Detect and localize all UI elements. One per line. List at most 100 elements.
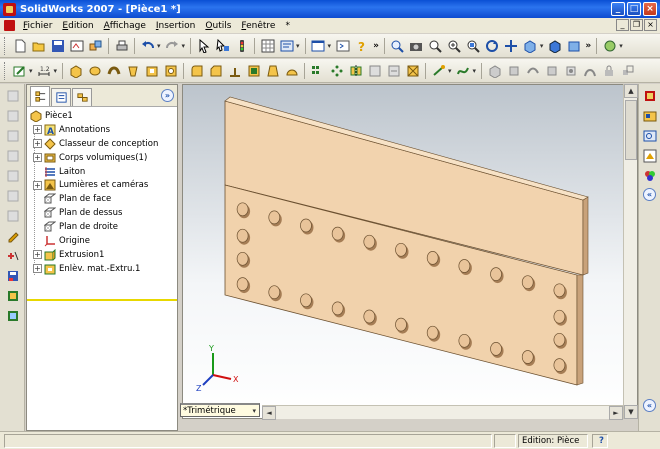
dome-icon[interactable] [283,62,300,79]
indent-icon[interactable] [562,62,579,79]
add-relation-icon[interactable] [4,247,21,264]
scale-icon[interactable] [619,62,636,79]
tab-configuration-manager[interactable] [72,88,92,106]
repair-sketch-icon[interactable] [4,307,21,324]
scroll-right-button[interactable]: ► [609,406,623,420]
grid-options-icon[interactable] [259,37,276,54]
expand-toggle[interactable]: + [33,139,42,149]
expand-toggle[interactable]: + [33,125,42,135]
dimension-dropdown-icon[interactable]: ▾ [54,67,58,75]
lofted-boss-icon[interactable] [124,62,141,79]
expand-toggle[interactable]: + [33,180,42,190]
zoom-to-fit-icon[interactable] [389,37,406,54]
tree-item-lights-cameras[interactable]: + Lumières et caméras [30,178,177,192]
addins-icon[interactable] [601,37,618,54]
toolbar-grip[interactable] [4,36,7,55]
circular-pattern-icon[interactable] [328,62,345,79]
open-folder-icon[interactable] [30,37,47,54]
view-palette-icon[interactable] [641,147,658,164]
tree-item-top-plane[interactable]: Plan de dessus [30,206,177,220]
sketch-point-icon[interactable] [4,207,21,224]
shell-icon[interactable] [245,62,262,79]
graphics-viewport[interactable]: Y X Z [182,84,638,419]
new-file-icon[interactable] [11,37,28,54]
tree-item-material[interactable]: Laiton [30,165,177,179]
tree-item-solid-bodies[interactable]: + Corps volumiques(1) [30,151,177,165]
horizontal-scrollbar[interactable]: ◄ ► [262,405,623,420]
view-orientation-dropdown-icon[interactable]: ▾ [540,42,544,50]
expand-toggle[interactable]: + [33,250,42,260]
hole-wizard-icon[interactable] [162,62,179,79]
scroll-left-button[interactable]: ◄ [262,406,276,420]
menu-more[interactable]: * [280,21,295,31]
rollback-bar[interactable] [27,299,177,301]
reference-geometry-dropdown-icon[interactable]: ▾ [448,67,452,75]
addins-dropdown-icon[interactable]: ▾ [619,42,623,50]
tab-feature-manager[interactable] [30,86,50,106]
print-icon[interactable] [113,37,130,54]
curves-dropdown-icon[interactable]: ▾ [473,67,477,75]
doc-minimize-button[interactable]: _ [616,19,629,31]
menu-affichage[interactable]: Affichage [99,21,151,31]
menu-edition[interactable]: Edition [57,21,98,31]
freeform-icon[interactable] [524,62,541,79]
sketch-polygon-icon[interactable] [4,187,21,204]
camera-icon[interactable] [408,37,425,54]
options-dropdown-icon[interactable]: ▾ [296,42,300,50]
sketch-arc-icon[interactable] [4,147,21,164]
task-pane-expand-button[interactable]: « [643,399,656,412]
extruded-boss-icon[interactable] [67,62,84,79]
split-line-icon[interactable] [366,62,383,79]
sketch-line-icon[interactable] [4,87,21,104]
task-pane-collapse-button[interactable]: « [643,188,656,201]
tree-item-front-plane[interactable]: Plan de face [30,192,177,206]
make-drawing-icon[interactable] [68,37,85,54]
flex-icon[interactable] [581,62,598,79]
smart-dimension-icon[interactable]: 1.2 [36,62,53,79]
tree-item-annotations[interactable]: + A Annotations [30,123,177,137]
section-view-icon[interactable] [565,37,582,54]
sketch-edit-icon[interactable] [4,227,21,244]
move-face-icon[interactable] [505,62,522,79]
view-toolbar-overflow-chevron-icon[interactable]: » [585,41,591,51]
expand-toggle[interactable]: + [33,153,42,163]
menu-outils[interactable]: Outils [200,21,236,31]
tree-item-part[interactable]: Pièce1 [30,109,177,123]
tab-property-manager[interactable] [51,88,71,106]
revolved-boss-icon[interactable] [86,62,103,79]
rotate-view-icon[interactable] [484,37,501,54]
close-button[interactable]: × [643,2,657,16]
minimize-button[interactable]: _ [611,2,625,16]
scroll-down-button[interactable]: ▼ [624,405,638,419]
sketch-rectangle-icon[interactable] [4,107,21,124]
rebuild-traffic-light-icon[interactable] [233,37,250,54]
help-icon[interactable]: ? [353,37,370,54]
select-cursor-icon[interactable] [195,37,212,54]
redo-icon[interactable] [164,37,181,54]
deform-icon[interactable] [543,62,560,79]
lock-icon[interactable] [600,62,617,79]
status-help-icon[interactable]: ? [592,434,608,448]
mirror-icon[interactable] [347,62,364,79]
window-dropdown-icon[interactable]: ▾ [328,42,332,50]
make-assembly-icon[interactable] [87,37,104,54]
toolbar-overflow-chevron-icon[interactable]: » [373,41,379,51]
maximize-button[interactable]: □ [627,2,641,16]
sketch-circle-icon[interactable] [4,127,21,144]
document-icon[interactable] [4,20,15,31]
zoom-area-icon[interactable] [427,37,444,54]
undo-dropdown-icon[interactable]: ▾ [157,42,161,50]
tree-item-origin[interactable]: Origine [30,234,177,248]
tree-item-extrude1[interactable]: + Extrusion1 [30,248,177,262]
sketch-spline-icon[interactable] [4,167,21,184]
rib-icon[interactable] [226,62,243,79]
chamfer-icon[interactable] [207,62,224,79]
fillet-icon[interactable] [188,62,205,79]
doc-close-button[interactable]: × [644,19,657,31]
redo-dropdown-icon[interactable]: ▾ [182,42,186,50]
display-relations-icon[interactable] [4,287,21,304]
view-orientation-icon[interactable] [522,37,539,54]
combine-icon[interactable] [404,62,421,79]
reference-geometry-icon[interactable] [430,62,447,79]
instant3d-icon[interactable] [486,62,503,79]
